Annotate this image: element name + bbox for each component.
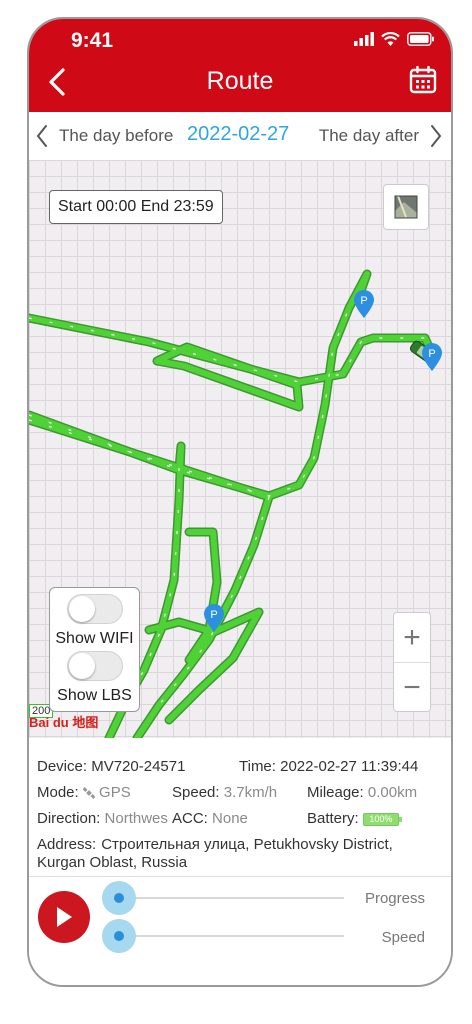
acc-value: None — [212, 810, 248, 827]
time-value: 2022-02-27 11:39:44 — [280, 758, 419, 775]
previous-day-label: The day before — [59, 126, 174, 145]
route-map[interactable]: P P P 200 Start 00:00 End 23:59 Show WIF… — [29, 160, 451, 738]
phone-frame: 9:41 Route The day before 2022-02-27 The… — [27, 17, 453, 987]
date-navigation: The day before 2022-02-27 The day after — [29, 112, 451, 160]
overlay-toggles: Show WIFI Show LBS — [49, 587, 140, 712]
play-icon — [57, 907, 72, 927]
device-field: Device: MV720-24571 — [37, 758, 185, 775]
mode-label: Mode: — [37, 784, 79, 801]
battery-level-badge: 100% — [362, 812, 402, 826]
zoom-out-button[interactable]: − — [394, 663, 430, 713]
direction-field: Direction: Northwes — [37, 810, 168, 827]
time-field: Time: 2022-02-27 11:39:44 — [239, 758, 418, 775]
status-time: 9:41 — [71, 29, 114, 52]
svg-text:P: P — [428, 348, 435, 360]
header-bar: 9:41 Route — [29, 19, 451, 112]
address-label: Address: — [37, 836, 97, 853]
mode-value: GPS — [99, 784, 131, 801]
satellite-icon — [82, 787, 96, 800]
show-wifi-label: Show WIFI — [55, 630, 134, 647]
mileage-value: 0.00km — [367, 784, 418, 801]
parking-marker-icon[interactable]: P — [203, 603, 225, 633]
address-field: Address: Строительная улица, Petukhovsky… — [37, 836, 437, 872]
lbs-toggle-row: Show LBS — [50, 651, 139, 705]
device-label: Device: — [37, 758, 88, 775]
acc-field: ACC: None — [172, 810, 248, 827]
speed-field: Speed: 3.7km/h — [172, 784, 277, 801]
chevron-right-icon — [431, 125, 442, 147]
svg-text:P: P — [210, 609, 217, 621]
wifi-icon — [381, 32, 400, 46]
calendar-icon — [409, 65, 437, 94]
mileage-field: Mileage: 0.00km — [307, 784, 417, 801]
show-wifi-switch[interactable] — [66, 594, 123, 624]
speed-value: 3.7km/h — [223, 784, 278, 801]
svg-text:P: P — [360, 295, 367, 307]
device-info-panel: Device: MV720-24571 Time: 2022-02-27 11:… — [29, 738, 451, 876]
map-layer-button[interactable] — [383, 184, 429, 230]
page-title: Route — [206, 67, 274, 95]
time-label: Time: — [239, 758, 276, 775]
status-icons — [354, 32, 435, 46]
chevron-left-icon — [36, 125, 47, 147]
previous-day-button[interactable]: The day before — [35, 124, 173, 148]
speed-label: Speed: — [172, 784, 220, 801]
map-provider-logo: Bai du 地图 — [29, 715, 99, 730]
playback-controls: Progress Speed — [29, 876, 451, 985]
battery-label: Battery: — [307, 810, 359, 827]
time-range-filter[interactable]: Start 00:00 End 23:59 — [49, 190, 223, 224]
selected-date[interactable]: 2022-02-27 — [187, 123, 289, 146]
progress-label: Progress — [364, 890, 425, 907]
wifi-toggle-row: Show WIFI — [50, 594, 139, 648]
calendar-button[interactable] — [409, 65, 437, 94]
parking-marker-icon[interactable]: P — [353, 289, 375, 319]
mileage-label: Mileage: — [307, 784, 364, 801]
speed-slider-handle[interactable] — [102, 919, 136, 953]
direction-label: Direction: — [37, 810, 101, 827]
battery-icon — [407, 32, 434, 46]
speed-slider[interactable] — [102, 919, 344, 953]
mode-field: Mode: GPS — [37, 784, 131, 801]
next-day-button[interactable]: The day after — [319, 124, 443, 148]
acc-label: ACC: — [172, 810, 208, 827]
play-button[interactable] — [38, 891, 90, 943]
parking-marker-icon[interactable]: P — [421, 342, 443, 372]
next-day-label: The day after — [318, 126, 419, 145]
device-value: MV720-24571 — [91, 758, 186, 775]
progress-slider-handle[interactable] — [102, 881, 136, 915]
zoom-control: + − — [393, 612, 431, 712]
signal-icon — [354, 32, 374, 46]
battery-field: Battery: 100% — [307, 810, 402, 827]
show-lbs-switch[interactable] — [66, 651, 123, 681]
satellite-layer-icon — [394, 195, 418, 219]
progress-slider[interactable] — [102, 881, 344, 915]
zoom-in-button[interactable]: + — [394, 613, 430, 663]
show-lbs-label: Show LBS — [57, 687, 132, 704]
direction-value: Northwes — [104, 810, 168, 827]
speed-slider-label: Speed — [381, 929, 425, 946]
